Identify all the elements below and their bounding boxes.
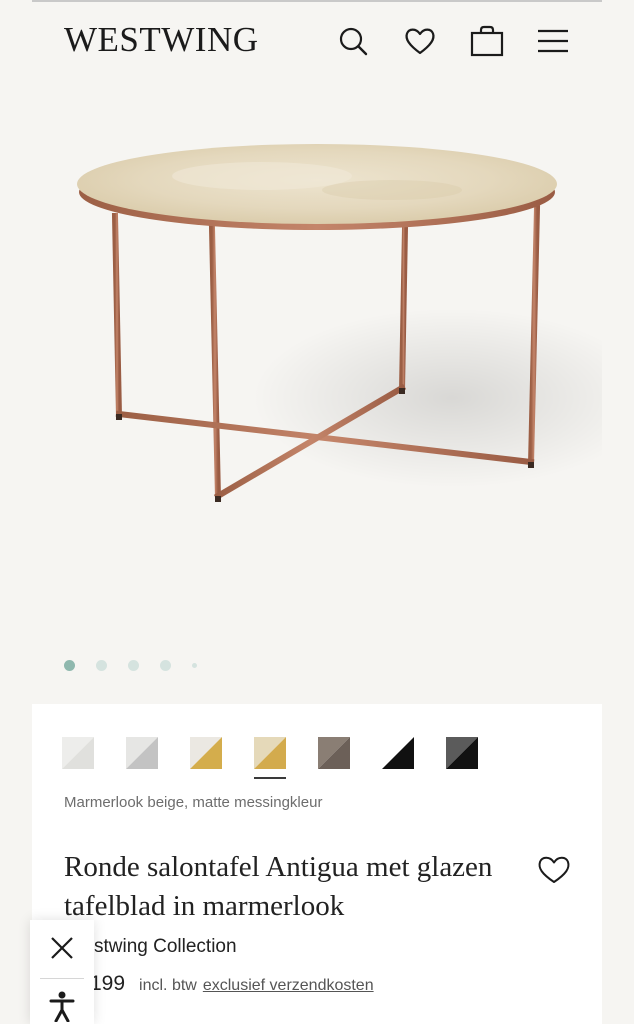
heart-icon[interactable] xyxy=(403,24,437,58)
swatch-2[interactable] xyxy=(126,737,158,769)
selected-swatch-indicator xyxy=(254,777,286,779)
gallery-dot-3[interactable] xyxy=(128,659,139,671)
product-info-panel: Marmerlook beige, matte messingkleur Ron… xyxy=(32,704,602,1024)
product-image-gallery[interactable] xyxy=(32,78,602,700)
close-icon[interactable] xyxy=(46,932,78,964)
price-row: 199 incl. btw exclusief verzendkosten xyxy=(90,972,374,996)
wishlist-heart-icon[interactable] xyxy=(536,852,572,886)
price: 199 xyxy=(90,972,126,995)
accessibility-person-icon[interactable] xyxy=(46,990,78,1024)
gallery-pagination xyxy=(64,658,218,672)
shipping-costs-link[interactable]: exclusief verzendkosten xyxy=(203,977,374,994)
product-image xyxy=(77,144,602,502)
westwing-logo[interactable]: WESTWING xyxy=(64,20,259,60)
accessibility-widget xyxy=(30,920,94,1024)
gallery-dot-1[interactable] xyxy=(64,659,75,671)
swatch-4-selected[interactable] xyxy=(254,737,286,769)
vat-note: incl. btw xyxy=(139,977,197,994)
swatch-5[interactable] xyxy=(318,737,350,769)
swatch-3[interactable] xyxy=(190,737,222,769)
shopping-bag-icon[interactable] xyxy=(470,24,504,58)
widget-divider xyxy=(40,978,84,979)
gallery-dot-2[interactable] xyxy=(96,659,107,671)
swatch-1[interactable] xyxy=(62,737,94,769)
brand-name[interactable]: stwing Collection xyxy=(94,936,237,958)
site-header: WESTWING xyxy=(0,0,634,78)
gallery-dot-4[interactable] xyxy=(160,659,171,671)
product-title: Ronde salontafel Antigua met glazen tafe… xyxy=(64,851,493,922)
variant-label: Marmerlook beige, matte messingkleur xyxy=(64,794,323,811)
swatch-7[interactable] xyxy=(446,737,478,769)
menu-icon[interactable] xyxy=(536,24,570,58)
search-icon[interactable] xyxy=(336,24,370,58)
gallery-dot-5[interactable] xyxy=(192,662,197,668)
swatch-6[interactable] xyxy=(382,737,414,769)
